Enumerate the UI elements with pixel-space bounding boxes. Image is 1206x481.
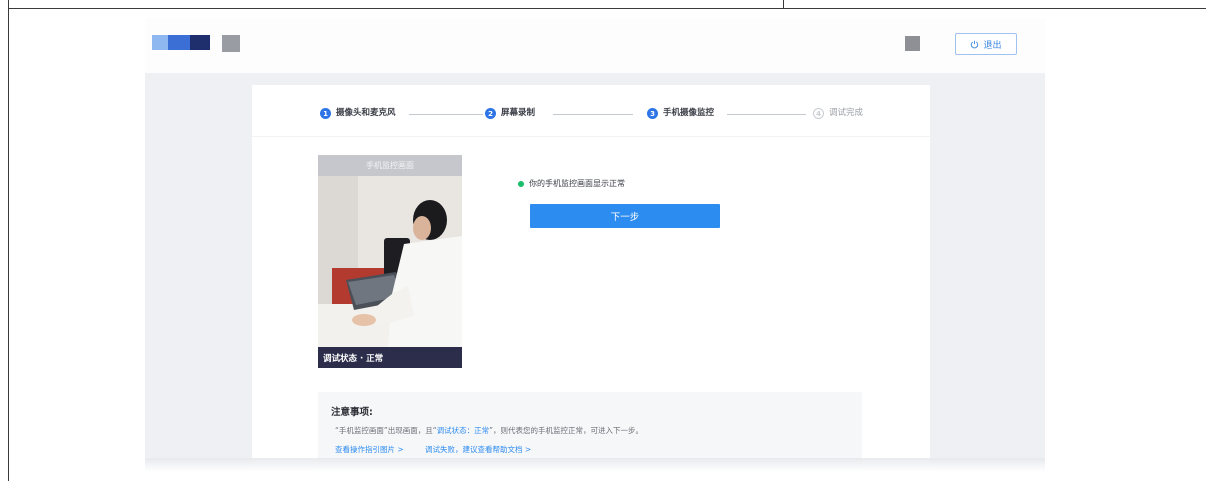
step-connector — [409, 114, 483, 115]
status-message: 你的手机监控画面显示正常 — [529, 179, 625, 188]
notes-highlight: 调试状态：正常 — [436, 426, 490, 435]
frame-top-border — [8, 8, 1206, 9]
step-4-indicator: 4 — [813, 108, 824, 119]
bottom-fade — [145, 458, 1045, 472]
step-2-label: 屏幕录制 — [501, 108, 536, 118]
next-step-button[interactable]: 下一步 — [530, 204, 720, 228]
step-3-indicator: 3 — [647, 108, 658, 119]
debug-status-bar: 调试状态 · 正常 — [318, 347, 462, 368]
notes-text: ”，则代表您的手机监控正常，可进入下一步。 — [489, 426, 644, 435]
step-1-label: 摄像头和麦克风 — [336, 108, 396, 118]
logo-segment — [190, 35, 210, 50]
avatar — [905, 36, 920, 51]
success-dot-icon — [518, 181, 524, 187]
exit-label: 退出 — [983, 40, 1002, 51]
step-1-indicator: 1 — [320, 108, 331, 119]
exit-button[interactable]: 退出 — [955, 33, 1017, 55]
logo-secondary-mark — [222, 35, 240, 52]
frame-column-divider — [783, 0, 784, 8]
help-docs-link[interactable]: 调试失败，建议查看帮助文档 > — [425, 444, 531, 455]
step-connector — [727, 114, 806, 115]
logo-segment — [168, 35, 190, 50]
step-4-label: 调试完成 — [829, 108, 864, 118]
step-3-label: 手机摄像监控 — [663, 108, 715, 118]
stepper-divider — [252, 136, 930, 137]
person-face — [413, 216, 431, 240]
notes-title: 注意事项: — [331, 407, 373, 418]
camera-preview-image — [318, 176, 462, 347]
preview-title: 手机监控画面 — [318, 155, 462, 176]
step-2-indicator: 2 — [485, 108, 496, 119]
person-hand — [352, 314, 376, 326]
notes-instruction: “手机监控画面”出现画面，且“调试状态：正常”，则代表您的手机监控正常，可进入下… — [335, 425, 643, 436]
power-icon — [971, 40, 979, 48]
notes-text: “手机监控画面”出现画面，且“ — [335, 426, 437, 435]
logo-segment — [152, 35, 168, 50]
step-connector — [553, 114, 633, 115]
guide-images-link[interactable]: 查看操作指引图片 > — [335, 444, 404, 455]
brand-logo[interactable] — [152, 35, 210, 50]
frame-left-border — [8, 0, 9, 481]
